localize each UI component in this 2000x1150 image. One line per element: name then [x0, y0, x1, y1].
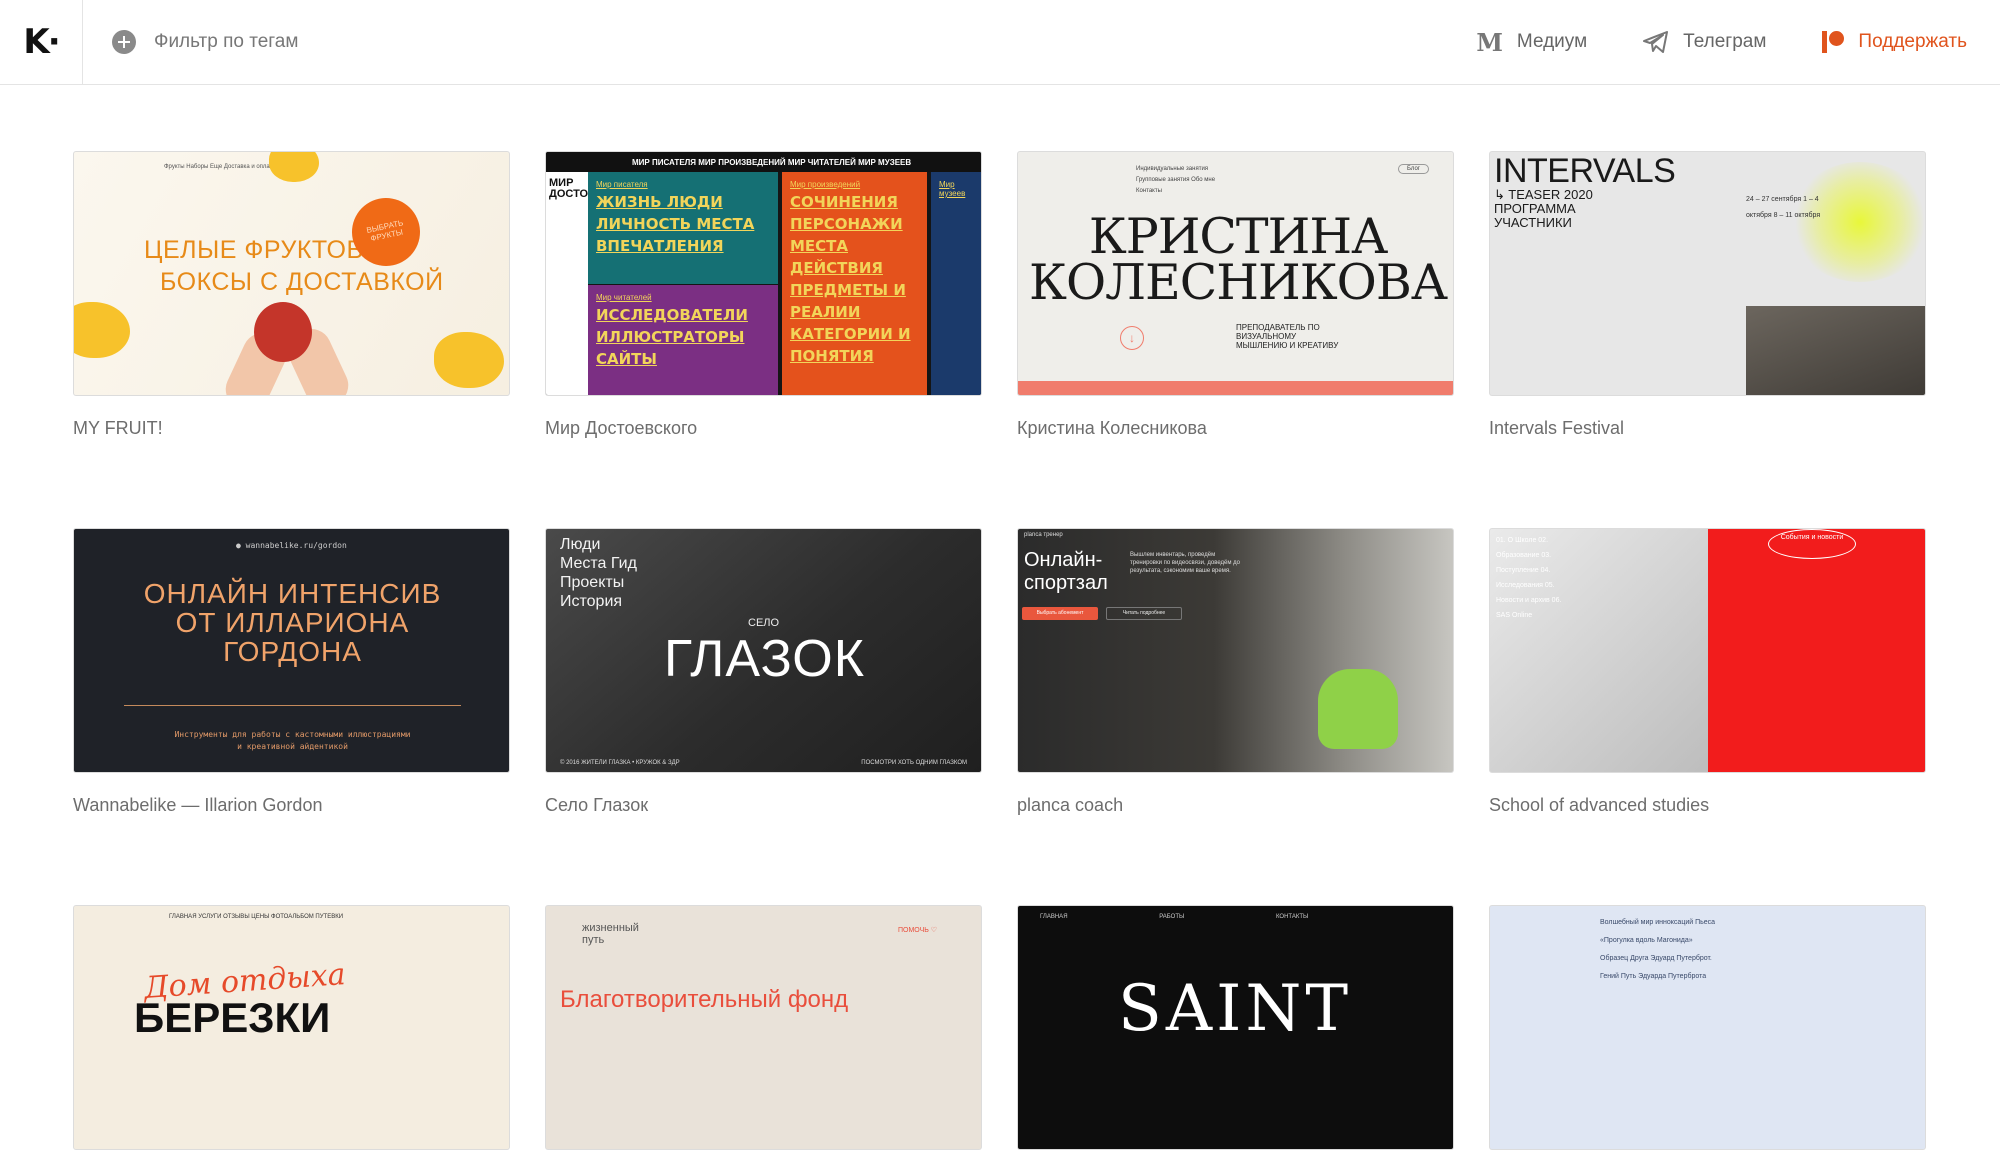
project-thumbnail: ● wannabelike.ru/gordon ОНЛАЙН ИНТЕНСИВ …	[73, 528, 510, 773]
plus-circle-icon	[112, 30, 136, 54]
thumb-title: SAINT	[1118, 972, 1353, 1046]
project-card-berezki[interactable]: ГЛАВНАЯ УСЛУГИ ОТЗЫВЫ ЦЕНЫ ФОТОАЛЬБОМ ПУ…	[73, 905, 510, 1150]
fruit-image	[254, 302, 312, 362]
site-logo: K·	[23, 22, 60, 62]
thumb-title: ГЛАЗОК	[664, 630, 866, 688]
project-title: MY FRUIT!	[73, 418, 163, 438]
nav-medium-label: Медиум	[1516, 31, 1588, 52]
thumb-menu: Индивидуальные занятия Групповые занятия…	[1136, 166, 1216, 194]
project-card-selo-glazok[interactable]: Люди Места Гид Проекты История СЕЛО ГЛАЗ…	[545, 528, 982, 816]
project-card-life-path[interactable]: жизненный путь ПОМОЧЬ ♡ Благотворительны…	[545, 905, 982, 1150]
thumb-works-block: Мир произведений СОЧИНЕНИЯ ПЕРСОНАЖИ МЕС…	[782, 172, 927, 395]
thumb-blog: Блог	[1398, 164, 1429, 174]
thumb-brand: planca тренер	[1024, 532, 1063, 538]
thumb-help: ПОМОЧЬ ♡	[898, 927, 938, 934]
nav-support-label: Поддержать	[1858, 31, 1967, 52]
tag-filter-label: Фильтр по тегам	[154, 31, 299, 52]
mango-image	[434, 332, 504, 388]
nav-telegram-label: Телеграм	[1683, 31, 1767, 52]
top-bar: K· Фильтр по тегам M Медиум Телеграм Под…	[0, 0, 2000, 85]
thumb-photo	[1746, 306, 1925, 395]
thumb-divider	[124, 705, 461, 706]
project-title: Село Глазок	[545, 795, 649, 815]
project-thumbnail: 01. О Школе 02. Образование 03. Поступле…	[1489, 528, 1926, 773]
thumb-topbar: МИР ПИСАТЕЛЯ МИР ПРОИЗВЕДЕНИЙ МИР ЧИТАТЕ…	[546, 152, 981, 172]
project-thumbnail: жизненный путь ПОМОЧЬ ♡ Благотворительны…	[545, 905, 982, 1150]
thumb-title: Благотворительный фонд	[560, 986, 849, 1013]
patreon-icon	[1822, 30, 1845, 54]
mango-image	[269, 152, 319, 182]
thumb-museums-block: Мир музеев	[931, 172, 981, 395]
thumb-subtitle: ↳ TEASER 2020 ПРОГРАММА УЧАСТНИКИ	[1494, 187, 1593, 230]
nav-telegram-link[interactable]: Телеграм	[1643, 31, 1766, 53]
project-thumbnail: Фрукты Наборы Еще Доставка и оплата Блог…	[73, 151, 510, 396]
project-title: planca coach	[1017, 795, 1124, 815]
thumb-name: КРИСТИНА КОЛЕСНИКОВА	[1029, 208, 1448, 311]
project-thumbnail: Волшебный мир инноксаций Пьеса «Прогулка…	[1489, 905, 1926, 1150]
thumb-blurb: Вышлем инвентарь, проведём тренировки по…	[1130, 552, 1240, 574]
project-card-school[interactable]: 01. О Школе 02. Образование 03. Поступле…	[1489, 528, 1926, 816]
project-thumbnail: planca тренер Онлайн- спортзал Вышлем ин…	[1017, 528, 1454, 773]
project-title: School of advanced studies	[1489, 795, 1710, 815]
thumb-readers-block: Мир читателей ИССЛЕДОВАТЕЛИ ИЛЛЮСТРАТОРЫ…	[588, 285, 778, 395]
project-thumbnail: ГЛАВНАЯ УСЛУГИ ОТЗЫВЫ ЦЕНЫ ФОТОАЛЬБОМ ПУ…	[73, 905, 510, 1150]
mango-image	[74, 302, 130, 358]
telegram-icon	[1643, 31, 1669, 53]
nav-medium-link[interactable]: M Медиум	[1476, 28, 1587, 57]
project-card-my-fruit[interactable]: Фрукты Наборы Еще Доставка и оплата Блог…	[73, 151, 510, 439]
thumb-footer	[1018, 381, 1453, 395]
nav-support-link[interactable]: Поддержать	[1822, 30, 1967, 54]
thumb-right-panel	[1708, 529, 1925, 772]
project-thumbnail: ГЛАВНАЯ РАБОТЫ КОНТАКТЫ SAINT	[1017, 905, 1454, 1150]
thumb-caption: ПРЕПОДАВАТЕЛЬ ПО ВИЗУАЛЬНОМУ МЫШЛЕНИЮ И …	[1236, 323, 1339, 350]
project-card-dostoevsky[interactable]: МИР ПИСАТЕЛЯ МИР ПРОИЗВЕДЕНИЙ МИР ЧИТАТЕ…	[545, 151, 982, 439]
thumb-headline: Онлайн- спортзал	[1024, 549, 1108, 594]
project-thumbnail: Люди Места Гид Проекты История СЕЛО ГЛАЗ…	[545, 528, 982, 773]
scroll-down-icon: ↓	[1120, 326, 1144, 350]
thumb-footer-left: © 2016 ЖИТЕЛИ ГЛАЗКА • КРУЖОК & ЗДР	[560, 760, 680, 766]
thumb-title: БЕРЕЗКИ	[134, 994, 331, 1041]
thumb-menu: Люди Места Гид Проекты История	[560, 536, 637, 610]
thumb-headline: ОНЛАЙН ИНТЕНСИВ ОТ ИЛЛАРИОНА ГОРДОНА	[143, 578, 442, 667]
project-title: Wannabelike — Illarion Gordon	[73, 795, 323, 815]
thumb-url: ● wannabelike.ru/gordon	[236, 541, 347, 550]
thumb-primary-button: Выбрать абонемент	[1022, 607, 1098, 620]
thumb-logo: жизненный путь	[582, 922, 639, 946]
thumb-secondary-button: Читать подробнее	[1106, 607, 1182, 620]
project-card-puterbrot[interactable]: Волшебный мир инноксаций Пьеса «Прогулка…	[1489, 905, 1926, 1150]
thumb-logo: МИР ДОСТОЕВСКОГО	[546, 172, 641, 395]
project-card-kolesnikova[interactable]: Индивидуальные занятия Групповые занятия…	[1017, 151, 1454, 439]
project-title: Intervals Festival	[1489, 418, 1625, 438]
thumb-nav: ГЛАВНАЯ УСЛУГИ ОТЗЫВЫ ЦЕНЫ ФОТОАЛЬБОМ ПУ…	[169, 914, 344, 920]
project-card-planca[interactable]: planca тренер Онлайн- спортзал Вышлем ин…	[1017, 528, 1454, 816]
project-thumbnail: МИР ПИСАТЕЛЯ МИР ПРОИЗВЕДЕНИЙ МИР ЧИТАТЕ…	[545, 151, 982, 396]
thumb-list: Волшебный мир инноксаций Пьеса «Прогулка…	[1600, 919, 1716, 980]
tag-filter-button[interactable]: Фильтр по тегам	[112, 26, 298, 58]
thumb-dates: 24 – 27 сентября 1 – 4 октября 8 – 11 ок…	[1746, 196, 1821, 219]
project-thumbnail: INTERVALS ↳ TEASER 2020 ПРОГРАММА УЧАСТН…	[1489, 151, 1926, 396]
project-title: Мир Достоевского	[545, 418, 698, 438]
logo-link[interactable]: K·	[0, 0, 83, 84]
thumb-person	[1318, 669, 1398, 749]
thumb-menu: 01. О Школе 02. Образование 03. Поступле…	[1496, 537, 1562, 619]
thumb-description: Инструменты для работы с кастомными иллю…	[174, 730, 411, 751]
project-card-saint[interactable]: ГЛАВНАЯ РАБОТЫ КОНТАКТЫ SAINT	[1017, 905, 1454, 1150]
medium-icon: M	[1476, 27, 1503, 57]
thumb-footer-right: ПОСМОТРИ ХОТЬ ОДНИМ ГЛАЗКОМ	[861, 760, 967, 766]
header-nav: M Медиум Телеграм Поддержать	[1476, 22, 1967, 62]
thumb-writer-block: Мир писателя ЖИЗНЬ ЛЮДИ ЛИЧНОСТЬ МЕСТА В…	[588, 172, 778, 284]
thumb-events: События и новости	[1768, 529, 1856, 559]
project-card-intervals[interactable]: INTERVALS ↳ TEASER 2020 ПРОГРАММА УЧАСТН…	[1489, 151, 1926, 439]
thumb-title: INTERVALS	[1494, 152, 1676, 190]
thumb-selo: СЕЛО	[748, 617, 780, 629]
thumb-nav: ГЛАВНАЯ РАБОТЫ КОНТАКТЫ	[1040, 914, 1309, 920]
project-thumbnail: Индивидуальные занятия Групповые занятия…	[1017, 151, 1454, 396]
project-title: Кристина Колесникова	[1017, 418, 1207, 438]
project-card-wannabelike[interactable]: ● wannabelike.ru/gordon ОНЛАЙН ИНТЕНСИВ …	[73, 528, 510, 816]
